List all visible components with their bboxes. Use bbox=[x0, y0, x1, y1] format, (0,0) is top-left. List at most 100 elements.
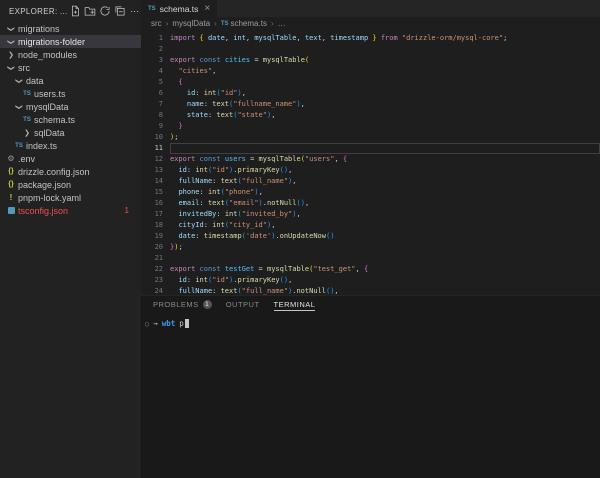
code-line-3[interactable]: 3export const cities = mysqlTable( bbox=[141, 55, 600, 66]
tree-item-package-json[interactable]: {}package.json bbox=[0, 178, 141, 191]
code-line-5[interactable]: 5 { bbox=[141, 77, 600, 88]
tree-item-label: users.ts bbox=[34, 89, 66, 99]
exclamation-icon: ! bbox=[6, 193, 16, 202]
code-line-20[interactable]: 20}); bbox=[141, 242, 600, 253]
code-line-14[interactable]: 14 fullName: text("full_name"), bbox=[141, 176, 600, 187]
close-icon[interactable]: × bbox=[204, 4, 210, 14]
code-line-content: id: int("id").primaryKey(), bbox=[170, 275, 600, 286]
tree-item-label: migrations-folder bbox=[18, 37, 85, 47]
line-number: 11 bbox=[141, 143, 163, 154]
explorer-toolbar: ⋯ bbox=[68, 4, 141, 18]
vscode-window: EXPLORER: ... ⋯ ❯migrations❯migrations-f… bbox=[0, 0, 600, 478]
code-line-content: } bbox=[170, 121, 600, 132]
explorer-sidebar: EXPLORER: ... ⋯ ❯migrations❯migrations-f… bbox=[0, 0, 141, 478]
breadcrumb-item-[interactable]: … bbox=[278, 19, 286, 28]
tab-schema-ts[interactable]: TS schema.ts × bbox=[141, 0, 217, 17]
refresh-icon[interactable] bbox=[98, 4, 112, 18]
code-line-content bbox=[170, 44, 600, 55]
code-line-content: { bbox=[170, 77, 600, 88]
line-number: 17 bbox=[141, 209, 163, 220]
tree-item-drizzle-config-json[interactable]: {}drizzle.config.json bbox=[0, 165, 141, 178]
typescript-icon: TS bbox=[22, 117, 32, 123]
panel-tab-problems[interactable]: PROBLEMS1 bbox=[153, 296, 212, 313]
terminal[interactable]: ○ → wbt p bbox=[141, 313, 600, 329]
code-line-13[interactable]: 13 id: int("id").primaryKey(), bbox=[141, 165, 600, 176]
code-line-10[interactable]: 10); bbox=[141, 132, 600, 143]
code-line-8[interactable]: 8 state: text("state"), bbox=[141, 110, 600, 121]
tree-item-src[interactable]: ❯src bbox=[0, 61, 141, 74]
code-line-24[interactable]: 24 fullName: text("full_name").notNull()… bbox=[141, 286, 600, 295]
typescript-icon: TS bbox=[14, 143, 24, 149]
code-line-21[interactable]: 21 bbox=[141, 253, 600, 264]
code-line-11[interactable]: 11 bbox=[141, 143, 600, 154]
line-number: 12 bbox=[141, 154, 163, 165]
code-line-23[interactable]: 23 id: int("id").primaryKey(), bbox=[141, 275, 600, 286]
panel-tab-output[interactable]: OUTPUT bbox=[226, 296, 260, 313]
panel-tab-label: OUTPUT bbox=[226, 300, 260, 309]
code-line-9[interactable]: 9 } bbox=[141, 121, 600, 132]
line-number: 21 bbox=[141, 253, 163, 264]
tree-item-label: sqlData bbox=[34, 128, 65, 138]
tree-item-schema-ts[interactable]: TSschema.ts bbox=[0, 113, 141, 126]
tree-item-users-ts[interactable]: TSusers.ts bbox=[0, 87, 141, 100]
code-line-15[interactable]: 15 phone: int("phone"), bbox=[141, 187, 600, 198]
chevron-right-icon: ❯ bbox=[22, 129, 32, 137]
problem-count-badge: 1 bbox=[125, 206, 129, 215]
breadcrumb-label: schema.ts bbox=[230, 19, 266, 28]
line-number: 16 bbox=[141, 198, 163, 209]
code-line-18[interactable]: 18 cityId: int("city_id"), bbox=[141, 220, 600, 231]
line-number: 5 bbox=[141, 77, 163, 88]
line-number: 14 bbox=[141, 176, 163, 187]
new-file-icon[interactable] bbox=[68, 4, 82, 18]
code-editor[interactable]: 1import { date, int, mysqlTable, text, t… bbox=[141, 30, 600, 295]
code-line-7[interactable]: 7 name: text("fullname_name"), bbox=[141, 99, 600, 110]
code-line-16[interactable]: 16 email: text("email").notNull(), bbox=[141, 198, 600, 209]
tree-item-pnpm-lock-yaml[interactable]: !pnpm-lock.yaml bbox=[0, 191, 141, 204]
line-number: 19 bbox=[141, 231, 163, 242]
typescript-file-icon: TS bbox=[148, 6, 156, 12]
tree-item-env[interactable]: ⚙.env bbox=[0, 152, 141, 165]
tsconfig-icon bbox=[6, 207, 16, 214]
breadcrumb-label: src bbox=[151, 19, 162, 28]
code-line-content: export const cities = mysqlTable( bbox=[170, 55, 600, 66]
terminal-prompt-line: ○ → wbt p bbox=[145, 318, 600, 329]
tree-item-sqldata[interactable]: ❯sqlData bbox=[0, 126, 141, 139]
tab-bar: TS schema.ts × bbox=[141, 0, 600, 17]
code-line-content: fullName: text("full_name"), bbox=[170, 176, 600, 187]
tree-item-mysqldata[interactable]: ❯mysqlData bbox=[0, 100, 141, 113]
breadcrumb-item-mysqldata[interactable]: mysqlData bbox=[172, 19, 210, 28]
code-line-1[interactable]: 1import { date, int, mysqlTable, text, t… bbox=[141, 33, 600, 44]
code-line-19[interactable]: 19 date: timestamp('date').onUpdateNow() bbox=[141, 231, 600, 242]
prompt-circle-icon: ○ bbox=[145, 320, 149, 328]
tree-item-data[interactable]: ❯data bbox=[0, 74, 141, 87]
code-line-6[interactable]: 6 id: int("id"), bbox=[141, 88, 600, 99]
breadcrumb-separator: › bbox=[271, 19, 274, 28]
code-line-12[interactable]: 12 export const users = mysqlTable("users… bbox=[141, 154, 600, 165]
breadcrumb-item-src[interactable]: src bbox=[151, 19, 162, 28]
code-line-22[interactable]: 22export const testGet = mysqlTable("tes… bbox=[141, 264, 600, 275]
chevron-down-icon: ❯ bbox=[7, 37, 15, 47]
code-line-content bbox=[170, 143, 600, 154]
chevron-down-icon: ❯ bbox=[15, 76, 23, 86]
code-line-2[interactable]: 2 bbox=[141, 44, 600, 55]
new-folder-icon[interactable] bbox=[83, 4, 97, 18]
tree-item-index-ts[interactable]: TSindex.ts bbox=[0, 139, 141, 152]
breadcrumb-item-schema-ts[interactable]: TSschema.ts bbox=[221, 19, 267, 28]
tree-item-tsconfig-json[interactable]: tsconfig.json1 bbox=[0, 204, 141, 217]
collapse-all-icon[interactable] bbox=[113, 4, 127, 18]
code-line-content: export const users = mysqlTable("users",… bbox=[170, 154, 600, 165]
code-line-17[interactable]: 17 invitedBy: int("invited_by"), bbox=[141, 209, 600, 220]
more-actions-icon[interactable]: ⋯ bbox=[128, 4, 141, 18]
tree-item-migrations[interactable]: ❯migrations bbox=[0, 22, 141, 35]
line-number: 9 bbox=[141, 121, 163, 132]
terminal-cursor bbox=[185, 319, 189, 328]
tree-item-node-modules[interactable]: ❯node_modules bbox=[0, 48, 141, 61]
code-line-content: id: int("id").primaryKey(), bbox=[170, 165, 600, 176]
panel-tab-terminal[interactable]: TERMINAL bbox=[274, 296, 316, 313]
tree-item-migrations-folder[interactable]: ❯migrations-folder bbox=[0, 35, 141, 48]
breadcrumb-label: mysqlData bbox=[172, 19, 210, 28]
code-line-content: name: text("fullname_name"), bbox=[170, 99, 600, 110]
panel-tab-label: PROBLEMS bbox=[153, 300, 199, 309]
code-line-4[interactable]: 4 "cities", bbox=[141, 66, 600, 77]
chevron-down-icon: ❯ bbox=[7, 63, 15, 73]
